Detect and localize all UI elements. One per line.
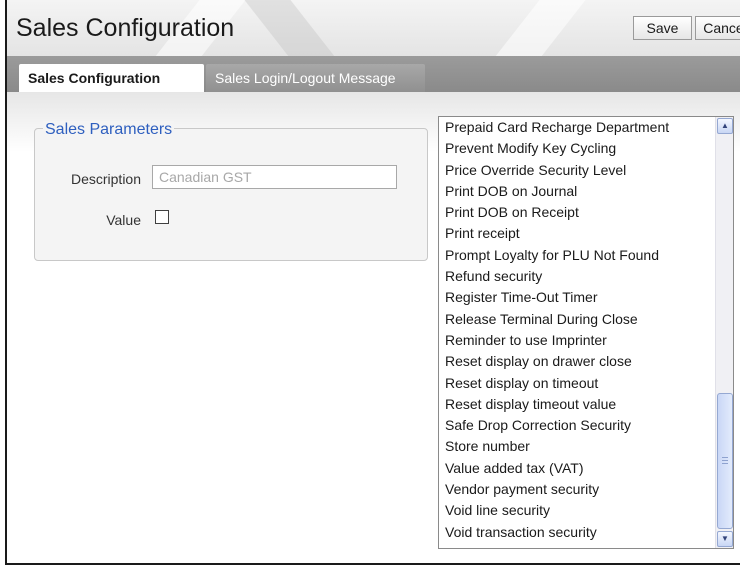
- list-item[interactable]: Release Terminal During Close: [439, 309, 715, 330]
- list-item[interactable]: Print DOB on Journal: [439, 181, 715, 202]
- tab-bar: Sales Configuration Sales Login/Logout M…: [7, 56, 740, 92]
- list-item[interactable]: Void line security: [439, 500, 715, 521]
- list-item[interactable]: Safe Drop Correction Security: [439, 415, 715, 436]
- list-item[interactable]: Price Override Security Level: [439, 160, 715, 181]
- page-title: Sales Configuration: [16, 14, 235, 42]
- tab-sales-login-logout-message[interactable]: Sales Login/Logout Message: [206, 64, 425, 92]
- list-item[interactable]: Reset display timeout value: [439, 394, 715, 415]
- header-decoration: [228, 0, 432, 56]
- scrollbar-thumb[interactable]: [717, 393, 733, 529]
- sales-parameters-group: Sales Parameters Description Canadian GS…: [34, 121, 428, 261]
- description-label: Description: [70, 171, 141, 187]
- tab-sales-configuration[interactable]: Sales Configuration: [19, 64, 204, 92]
- list-item[interactable]: Prevent Modify Key Cycling: [439, 138, 715, 159]
- value-checkbox[interactable]: [155, 210, 169, 224]
- content-panel: Sales Parameters Description Canadian GS…: [7, 92, 740, 563]
- value-label: Value: [106, 212, 141, 228]
- list-item[interactable]: Reminder to use Imprinter: [439, 330, 715, 351]
- list-item[interactable]: Store number: [439, 436, 715, 457]
- list-item[interactable]: Print DOB on Receipt: [439, 202, 715, 223]
- parameters-list: Prepaid Card Recharge Department Prevent …: [439, 117, 715, 543]
- list-item[interactable]: Value added tax (VAT): [439, 458, 715, 479]
- header-decoration: [398, 0, 602, 56]
- list-item[interactable]: Prompt Loyalty for PLU Not Found: [439, 245, 715, 266]
- list-item[interactable]: Reset display on timeout: [439, 373, 715, 394]
- grip-icon: [722, 457, 728, 464]
- list-item[interactable]: Register Time-Out Timer: [439, 287, 715, 308]
- scroll-up-arrow-icon[interactable]: ▲: [717, 118, 733, 134]
- list-item[interactable]: Prepaid Card Recharge Department: [439, 117, 715, 138]
- sales-configuration-window: Sales Configuration Save Cancel Sales Co…: [5, 0, 740, 565]
- list-item[interactable]: Print receipt: [439, 223, 715, 244]
- list-item[interactable]: Void transaction security: [439, 522, 715, 543]
- save-button[interactable]: Save: [633, 16, 692, 40]
- list-item[interactable]: Reset display on drawer close: [439, 351, 715, 372]
- parameters-listbox[interactable]: Prepaid Card Recharge Department Prevent …: [438, 116, 734, 549]
- description-field[interactable]: Canadian GST: [152, 165, 397, 189]
- listbox-scrollbar[interactable]: ▲ ▼: [715, 117, 733, 548]
- list-item[interactable]: Refund security: [439, 266, 715, 287]
- scroll-down-arrow-icon[interactable]: ▼: [717, 531, 733, 547]
- list-item[interactable]: Vendor payment security: [439, 479, 715, 500]
- sales-parameters-legend: Sales Parameters: [43, 121, 175, 139]
- cancel-button[interactable]: Cancel: [695, 16, 740, 40]
- header-bar: Sales Configuration Save Cancel: [7, 0, 740, 56]
